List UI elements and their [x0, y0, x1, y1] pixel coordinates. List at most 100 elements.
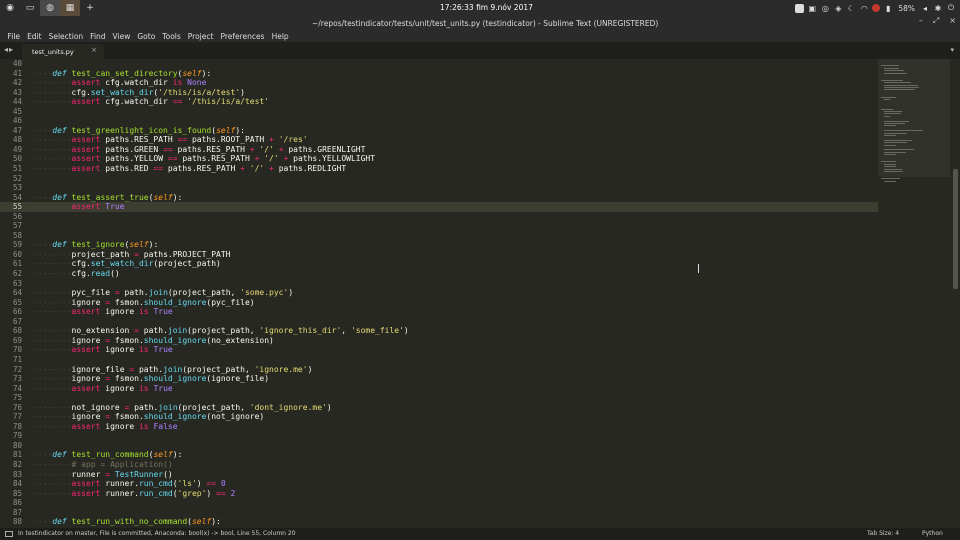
code-line[interactable]: 82 --------# app = Application()	[0, 460, 878, 470]
code-line[interactable]: 65 --------ignore = fsmon.should_ignore(p…	[0, 298, 878, 308]
vertical-scrollbar[interactable]	[953, 169, 958, 289]
code-line[interactable]: 69 --------ignore = fsmon.should_ignore(n…	[0, 336, 878, 346]
dropbox-icon[interactable]: ◈	[833, 3, 843, 13]
add-launcher-icon[interactable]: +	[80, 0, 100, 16]
code-line[interactable]: 53	[0, 183, 878, 193]
code-line[interactable]: 62 --------cfg.read()	[0, 269, 878, 279]
power-icon[interactable]: ⏻	[946, 3, 956, 13]
minimap-row	[884, 139, 912, 141]
code-line[interactable]: 47 ----def test_greenlight_icon_is_found(…	[0, 126, 878, 136]
tab-size[interactable]: Tab Size: 4	[867, 530, 899, 537]
night-mode-icon[interactable]: ☾	[846, 3, 856, 13]
menu-help[interactable]: Help	[268, 32, 292, 41]
code-line[interactable]: 51 --------assert paths.RED == paths.RES_…	[0, 164, 878, 174]
code-line[interactable]: 52	[0, 174, 878, 184]
code-line[interactable]: 81 ----def test_run_command(self):	[0, 450, 878, 460]
code-line[interactable]: 48 --------assert paths.RES_PATH == paths…	[0, 135, 878, 145]
line-number: 76	[12, 402, 22, 412]
tab-close-icon[interactable]: ×	[91, 46, 97, 54]
code-line[interactable]: 85 --------assert runner.run_cmd('grep') …	[0, 489, 878, 499]
code-line[interactable]: 66 --------assert ignore is True	[0, 307, 878, 317]
code-line[interactable]: 40	[0, 59, 878, 69]
code-line[interactable]: 68 --------no_extension = path.join(proje…	[0, 326, 878, 336]
tab-test-units[interactable]: test_units.py ×	[22, 44, 104, 59]
minimap-row	[884, 84, 918, 86]
code-line[interactable]: 88 ----def test_run_with_no_command(self)…	[0, 517, 878, 527]
minimap-row	[881, 161, 896, 163]
tray-app-icon[interactable]	[795, 3, 805, 13]
code-line[interactable]: 61 --------cfg.set_watch_dir(project_path…	[0, 259, 878, 269]
code-line[interactable]: 55 --------assert True	[0, 202, 878, 212]
line-number: 71	[12, 354, 22, 364]
code-line[interactable]: 60 --------project_path = paths.PROJECT_P…	[0, 250, 878, 260]
line-number: 58	[12, 230, 22, 240]
clipboard-icon[interactable]: ▣	[807, 3, 817, 13]
ubuntu-menu-icon[interactable]: ◉	[0, 0, 20, 16]
maximize-icon[interactable]: ⤢	[933, 16, 939, 26]
code-text: --------assert runner.run_cmd('ls') == 0	[33, 479, 226, 489]
menu-find[interactable]: Find	[87, 32, 109, 41]
code-line[interactable]: 67	[0, 317, 878, 327]
code-line[interactable]: 56	[0, 212, 878, 222]
menu-preferences[interactable]: Preferences	[217, 32, 268, 41]
menu-view[interactable]: View	[109, 32, 134, 41]
code-line[interactable]: 84 --------assert runner.run_cmd('ls') ==…	[0, 479, 878, 489]
code-line[interactable]: 59 ----def test_ignore(self):	[0, 240, 878, 250]
code-text: ----def test_run_with_no_command(self):	[33, 517, 221, 527]
code-line[interactable]: 41 ----def test_can_set_directory(self):	[0, 69, 878, 79]
code-line[interactable]: 64 --------pyc_file = path.join(project_p…	[0, 288, 878, 298]
sublime-text-icon[interactable]: ▦	[60, 0, 80, 16]
wifi-icon[interactable]: ◠	[859, 3, 869, 13]
minimize-icon[interactable]: –	[919, 16, 923, 26]
battery-icon[interactable]: ▮	[883, 3, 893, 13]
code-line[interactable]: 73 --------ignore = fsmon.should_ignore(i…	[0, 374, 878, 384]
code-line[interactable]: 78 --------assert ignore is False	[0, 422, 878, 432]
syntax-selector[interactable]: Python	[922, 530, 943, 537]
menu-tools[interactable]: Tools	[159, 32, 184, 41]
code-line[interactable]: 75	[0, 393, 878, 403]
code-line[interactable]: 79	[0, 431, 878, 441]
notification-icon[interactable]	[872, 4, 881, 12]
close-window-icon[interactable]: ×	[949, 16, 956, 26]
code-line[interactable]: 42 --------assert cfg.watch_dir is None	[0, 78, 878, 88]
code-line[interactable]: 80	[0, 441, 878, 451]
menu-file[interactable]: File	[4, 32, 24, 41]
code-line[interactable]: 70 --------assert ignore is True	[0, 345, 878, 355]
code-line[interactable]: 72 --------ignore_file = path.join(projec…	[0, 365, 878, 375]
chat-icon[interactable]: ◎	[820, 3, 830, 13]
code-area[interactable]: 40 41 ----def test_can_set_directory(self)…	[0, 59, 878, 528]
code-line[interactable]: 49 --------assert paths.GREEN == paths.RE…	[0, 145, 878, 155]
code-line[interactable]: 44 --------assert cfg.watch_dir == '/this…	[0, 97, 878, 107]
bluetooth-icon[interactable]: ✱	[933, 3, 943, 13]
code-line[interactable]: 46	[0, 116, 878, 126]
menu-edit[interactable]: Edit	[24, 32, 46, 41]
menu-selection[interactable]: Selection	[45, 32, 87, 41]
line-number: 40	[12, 59, 22, 68]
minimap[interactable]	[878, 59, 950, 528]
files-icon[interactable]: ▭	[20, 0, 40, 16]
code-line[interactable]: 63	[0, 279, 878, 289]
panel-toggle-icon[interactable]	[5, 531, 13, 537]
browser-icon[interactable]: ◍	[40, 0, 60, 16]
code-line[interactable]: 77 --------ignore = fsmon.should_ignore(n…	[0, 412, 878, 422]
code-line[interactable]: 71	[0, 355, 878, 365]
minimap-row	[884, 113, 902, 115]
code-line[interactable]: 58	[0, 231, 878, 241]
tab-dropdown-icon[interactable]: ▾	[950, 46, 954, 54]
code-editor[interactable]: 40 41 ----def test_can_set_directory(self)…	[0, 59, 960, 528]
code-line[interactable]: 50 --------assert paths.YELLOW == paths.R…	[0, 154, 878, 164]
code-line[interactable]: 43 --------cfg.set_watch_dir('/this/is/a/…	[0, 88, 878, 98]
code-line[interactable]: 76 --------not_ignore = path.join(project…	[0, 403, 878, 413]
volume-icon[interactable]: ◂	[920, 3, 930, 13]
code-line[interactable]: 74 --------assert ignore is True	[0, 384, 878, 394]
code-line[interactable]: 54 ----def test_assert_true(self):	[0, 193, 878, 203]
menu-project[interactable]: Project	[184, 32, 217, 41]
code-line[interactable]: 86	[0, 498, 878, 508]
code-line[interactable]: 87	[0, 508, 878, 518]
code-line[interactable]: 83 --------runner = TestRunner()	[0, 470, 878, 480]
code-line[interactable]: 45	[0, 107, 878, 117]
minimap-viewport[interactable]	[878, 59, 950, 177]
code-line[interactable]: 57	[0, 221, 878, 231]
tab-nav-arrows[interactable]: ◂▸	[4, 45, 14, 54]
menu-goto[interactable]: Goto	[134, 32, 159, 41]
